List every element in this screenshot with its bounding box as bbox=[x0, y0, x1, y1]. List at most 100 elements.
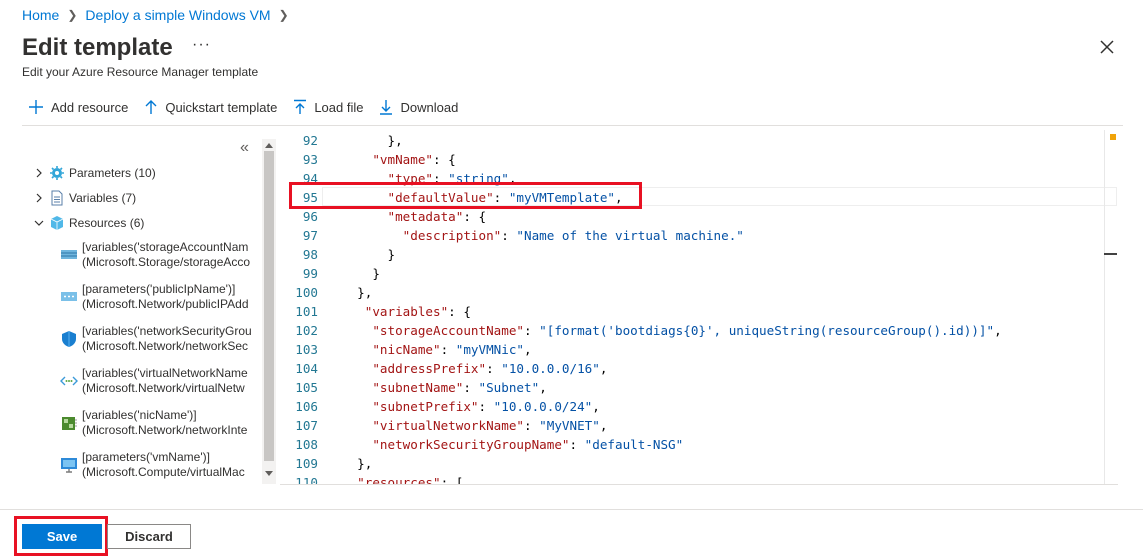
load-file-button[interactable]: Load file bbox=[293, 99, 363, 115]
overview-ruler-marker bbox=[1110, 134, 1116, 140]
resource-type: (Microsoft.Network/networkSec bbox=[82, 339, 249, 353]
code-line[interactable]: 96 "metadata": { bbox=[280, 207, 1118, 226]
add-resource-label: Add resource bbox=[51, 99, 129, 115]
scroll-up-icon[interactable] bbox=[264, 141, 274, 149]
resource-name: [parameters('publicIpName')] bbox=[82, 282, 236, 296]
line-number: 92 bbox=[302, 133, 318, 148]
chevron-down-icon bbox=[34, 220, 44, 226]
json-punctuation: : bbox=[524, 323, 540, 338]
json-punctuation: : bbox=[478, 399, 494, 414]
line-number: 98 bbox=[302, 247, 318, 262]
save-button[interactable]: Save bbox=[22, 524, 102, 549]
line-number: 97 bbox=[302, 228, 318, 243]
storage-icon bbox=[61, 250, 77, 259]
code-line[interactable]: 107 "virtualNetworkName": "MyVNET", bbox=[280, 416, 1118, 435]
cube-icon bbox=[50, 216, 64, 230]
resource-name: [variables('nicName')] bbox=[82, 408, 197, 422]
code-line[interactable]: 104 "addressPrefix": "10.0.0.0/16", bbox=[280, 359, 1118, 378]
json-key: "storageAccountName" bbox=[372, 323, 524, 338]
json-string: "Subnet" bbox=[478, 380, 540, 395]
resource-type: (Microsoft.Storage/storageAcco bbox=[82, 255, 251, 269]
breadcrumb-home-link[interactable]: Home bbox=[22, 7, 59, 23]
code-line[interactable]: 100 }, bbox=[280, 283, 1118, 302]
resource-item-storage[interactable]: [variables('storageAccountNam (Microsoft.… bbox=[60, 240, 260, 270]
resource-item-vnet[interactable]: [variables('virtualNetworkName (Microsoft… bbox=[60, 366, 260, 396]
line-number: 107 bbox=[295, 418, 318, 433]
chevron-right-icon: ❯ bbox=[278, 8, 289, 22]
arrow-up-icon bbox=[145, 100, 157, 114]
code-line[interactable]: 92 }, bbox=[280, 131, 1118, 150]
json-punctuation: } bbox=[387, 247, 396, 262]
editor-scrollbar[interactable] bbox=[1104, 130, 1118, 485]
resource-type: (Microsoft.Compute/virtualMac bbox=[82, 465, 245, 479]
more-options-button[interactable]: ··· bbox=[192, 36, 211, 54]
code-line[interactable]: 103 "nicName": "myVMNic", bbox=[280, 340, 1118, 359]
json-key: "vmName" bbox=[372, 152, 434, 167]
close-icon[interactable] bbox=[1098, 38, 1116, 56]
line-number: 102 bbox=[295, 323, 318, 338]
tree-node-variables[interactable]: Variables (7) bbox=[33, 188, 136, 208]
code-text: "metadata": { bbox=[342, 207, 487, 226]
json-punctuation: : { bbox=[433, 152, 456, 167]
resource-item-nsg[interactable]: [variables('networkSecurityGrou (Microsof… bbox=[60, 324, 260, 354]
editor-bottom-border bbox=[280, 484, 1118, 485]
code-line[interactable]: 106 "subnetPrefix": "10.0.0.0/24", bbox=[280, 397, 1118, 416]
public-ip-icon bbox=[61, 292, 77, 301]
code-text: }, bbox=[342, 454, 372, 473]
tree-node-resources[interactable]: Resources (6) bbox=[33, 213, 144, 233]
json-punctuation: : bbox=[569, 437, 585, 452]
chevron-right-icon bbox=[36, 193, 42, 203]
json-key: "virtualNetworkName" bbox=[372, 418, 524, 433]
discard-button[interactable]: Discard bbox=[107, 524, 191, 549]
code-line[interactable]: 101 "variables": { bbox=[280, 302, 1118, 321]
code-line[interactable]: 93 "vmName": { bbox=[280, 150, 1118, 169]
code-line[interactable]: 97 "description": "Name of the virtual m… bbox=[280, 226, 1118, 245]
scroll-down-icon[interactable] bbox=[264, 470, 274, 478]
resource-name: [variables('networkSecurityGrou bbox=[82, 324, 252, 338]
resource-name: [variables('virtualNetworkName bbox=[82, 366, 248, 380]
code-line[interactable]: 108 "networkSecurityGroupName": "default… bbox=[280, 435, 1118, 454]
download-button[interactable]: Download bbox=[379, 99, 458, 115]
add-icon bbox=[29, 100, 43, 114]
json-key: "nicName" bbox=[372, 342, 441, 357]
document-icon bbox=[51, 190, 63, 206]
json-punctuation: , bbox=[539, 380, 547, 395]
json-punctuation: , bbox=[599, 418, 608, 433]
download-icon bbox=[380, 100, 393, 115]
code-text: "networkSecurityGroupName": "default-NSG… bbox=[342, 435, 683, 454]
breadcrumb: Home ❯ Deploy a simple Windows VM ❯ bbox=[22, 7, 289, 23]
resource-item-public-ip[interactable]: [parameters('publicIpName')] (Microsoft.N… bbox=[60, 282, 260, 312]
json-punctuation: , bbox=[524, 342, 532, 357]
json-punctuation: : bbox=[524, 418, 540, 433]
line-number: 100 bbox=[295, 285, 318, 300]
code-line[interactable]: 102 "storageAccountName": "[format('boot… bbox=[280, 321, 1118, 340]
code-text: "nicName": "myVMNic", bbox=[342, 340, 532, 359]
resource-type: (Microsoft.Network/publicIPAdd bbox=[82, 297, 249, 311]
gear-icon bbox=[50, 166, 64, 180]
breadcrumb-page-link[interactable]: Deploy a simple Windows VM bbox=[85, 7, 270, 23]
tree-scrollbar-thumb[interactable] bbox=[264, 151, 274, 461]
tree-node-parameters[interactable]: Parameters (10) bbox=[33, 163, 156, 183]
json-key: "description" bbox=[402, 228, 502, 243]
quickstart-template-button[interactable]: Quickstart template bbox=[144, 99, 277, 115]
code-text: "variables": { bbox=[342, 302, 471, 321]
resource-name: [parameters('vmName')] bbox=[82, 450, 210, 464]
code-line[interactable]: 98 } bbox=[280, 245, 1118, 264]
resource-item-vm[interactable]: [parameters('vmName')] (Microsoft.Compute… bbox=[60, 450, 260, 480]
json-punctuation: , bbox=[592, 399, 600, 414]
resource-item-nic[interactable]: [variables('nicName')] (Microsoft.Network… bbox=[60, 408, 260, 438]
resource-type: (Microsoft.Network/virtualNetw bbox=[82, 381, 245, 395]
resource-type: (Microsoft.Network/networkInte bbox=[82, 423, 248, 437]
collapse-panel-button[interactable]: « bbox=[240, 139, 249, 157]
line-number: 104 bbox=[295, 361, 318, 376]
code-text: } bbox=[342, 245, 396, 264]
json-string: "default-NSG" bbox=[584, 437, 684, 452]
json-string: "[format('bootdiags{0}', uniqueString(re… bbox=[539, 323, 995, 338]
json-key: "subnetName" bbox=[372, 380, 464, 395]
code-line[interactable]: 109 }, bbox=[280, 454, 1118, 473]
add-resource-button[interactable]: Add resource bbox=[28, 99, 128, 115]
json-punctuation: : bbox=[486, 361, 502, 376]
code-text: "vmName": { bbox=[342, 150, 456, 169]
code-line[interactable]: 99 } bbox=[280, 264, 1118, 283]
code-line[interactable]: 105 "subnetName": "Subnet", bbox=[280, 378, 1118, 397]
